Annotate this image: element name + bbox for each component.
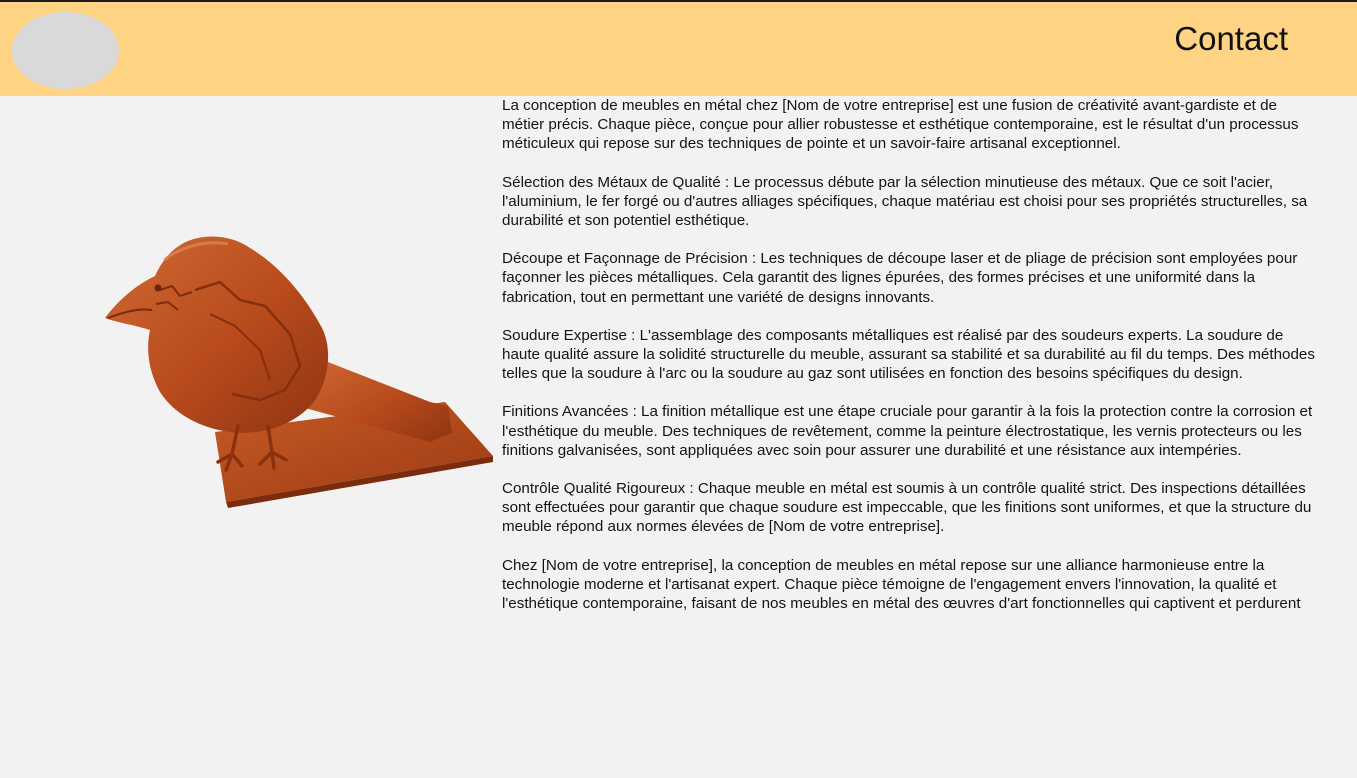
metal-bird-sculpture-image	[105, 236, 493, 508]
cutting-shaping-paragraph: Découpe et Façonnage de Précision : Les …	[502, 250, 1298, 306]
nav-contact-link[interactable]: Contact	[1174, 19, 1288, 59]
sculpture-eye	[154, 284, 162, 292]
logo-placeholder-icon[interactable]	[12, 12, 119, 89]
page: Contact La conception de meubles en méta…	[0, 0, 1357, 778]
sculpture-bird-body	[105, 236, 329, 433]
article-text: La conception de meubles en métal chez […	[502, 96, 1317, 632]
intro-paragraph: La conception de meubles en métal chez […	[502, 97, 1299, 153]
conclusion-paragraph: Chez [Nom de votre entreprise], la conce…	[502, 556, 1301, 612]
metals-selection-paragraph: Sélection des Métaux de Qualité : Le pro…	[502, 173, 1308, 229]
quality-control-paragraph: Contrôle Qualité Rigoureux : Chaque meub…	[502, 480, 1312, 536]
welding-paragraph: Soudure Expertise : L'assemblage des com…	[502, 326, 1315, 383]
top-header: Contact	[0, 0, 1357, 96]
finishes-paragraph: Finitions Avancées : La finition métalli…	[502, 403, 1313, 459]
